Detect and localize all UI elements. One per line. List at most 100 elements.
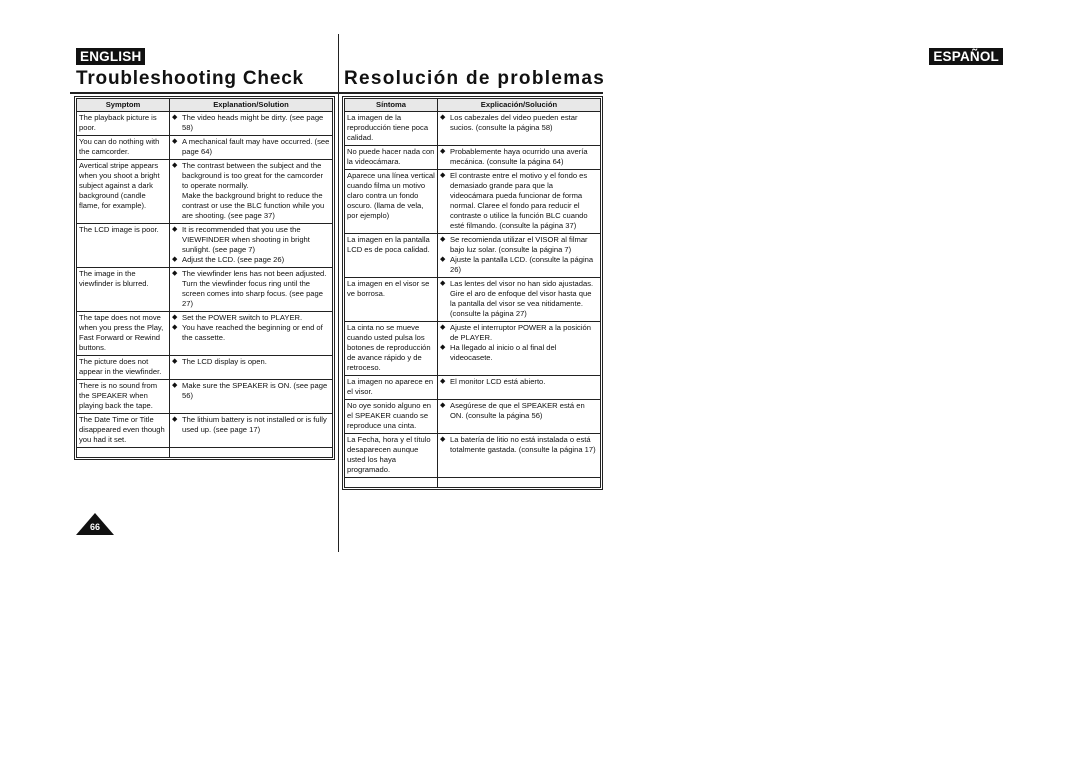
solution-text: Make sure the SPEAKER is ON. (see page 5… (182, 381, 328, 400)
solution-item: ◆ Asegúrese de que el SPEAKER está en ON.… (440, 401, 598, 421)
symptom-cell: The image in the viewfinder is blurred. (76, 267, 170, 312)
table-row: You can do nothing with the camcorder. ◆ A… (76, 135, 333, 160)
table-row: La Fecha, hora y el título desaparecen a… (344, 433, 601, 478)
page-title-english: Troubleshooting Check (76, 68, 304, 89)
solution-cell: ◆ Set the POWER switch to PLAYER. ◆ You hav… (169, 311, 333, 356)
table-row: The tape does not move when you press th… (76, 311, 333, 356)
symptom-cell: The tape does not move when you press th… (76, 311, 170, 356)
solution-item: ◆ Las lentes del visor no han sido ajusta… (440, 279, 598, 319)
symptom-cell: La imagen en la pantalla LCD es de poca … (344, 233, 438, 278)
symptom-cell: The playback picture is poor. (76, 111, 170, 136)
symptom-cell: You can do nothing with the camcorder. (76, 135, 170, 160)
solution-text: The lithium battery is not installed or … (182, 415, 327, 434)
solution-item: ◆ The LCD display is open. (172, 357, 330, 367)
diamond-bullet-icon: ◆ (172, 416, 178, 423)
symptom-cell: La imagen de la reproducción tiene poca … (344, 111, 438, 146)
table-body: La imagen de la reproducción tiene poca … (344, 111, 601, 488)
troubleshooting-table-english: Symptom Explanation/Solution The playbac… (76, 98, 333, 458)
table-row: No oye sonido alguno en el SPEAKER cuand… (344, 399, 601, 434)
solution-item: ◆ It is recommended that you use the VIEW… (172, 225, 330, 255)
table-row: Aparece una línea vertical cuando filma … (344, 169, 601, 234)
solution-text: Asegúrese de que el SPEAKER está en ON. … (450, 401, 585, 420)
diamond-bullet-icon: ◆ (440, 280, 446, 287)
diamond-bullet-icon: ◆ (172, 256, 178, 263)
solution-text: Se recomienda utilizar el VISOR al filma… (450, 235, 588, 254)
solution-cell: ◆ The video heads might be dirty. (see pa… (169, 111, 333, 136)
table-row: The playback picture is poor. ◆ The video … (76, 111, 333, 136)
symptom-cell: La Fecha, hora y el título desaparecen a… (344, 433, 438, 478)
table-row: La imagen en el visor se ve borrosa. ◆ Las… (344, 277, 601, 322)
table-row: La cinta no se mueve cuando usted pulsa … (344, 321, 601, 376)
table-body: The playback picture is poor. ◆ The video … (76, 111, 333, 458)
solution-cell: ◆ The LCD display is open. (169, 355, 333, 380)
solution-item: ◆ The lithium battery is not installed or… (172, 415, 330, 435)
solution-text: The contrast between the subject and the… (182, 161, 323, 190)
solution-item: ◆ La batería de litio no está instalada o… (440, 435, 598, 455)
diamond-bullet-icon: ◆ (440, 256, 446, 263)
header-symptom: Síntoma (344, 98, 438, 112)
table-row: There is no sound from the SPEAKER when … (76, 379, 333, 414)
solution-cell: ◆ A mechanical fault may have occurred. (… (169, 135, 333, 160)
table-row: The picture does not appear in the viewf… (76, 355, 333, 380)
table-row: Avertical stripe appears when you shoot … (76, 159, 333, 224)
solution-item: ◆ You have reached the beginning or end o… (172, 323, 330, 343)
diamond-bullet-icon: ◆ (172, 358, 178, 365)
solution-text: The LCD display is open. (182, 357, 267, 366)
table-row: La imagen en la pantalla LCD es de poca … (344, 233, 601, 278)
table-row: La imagen de la reproducción tiene poca … (344, 111, 601, 146)
solution-cell: ◆ Las lentes del visor no han sido ajusta… (437, 277, 601, 322)
solution-cell: ◆ La batería de litio no está instalada o… (437, 433, 601, 478)
empty-cell (344, 477, 438, 488)
solution-item: ◆ Ajuste la pantalla LCD. (consulte la pá… (440, 255, 598, 275)
solution-text: Ajuste el interruptor POWER a la posició… (450, 323, 591, 342)
empty-cell (437, 477, 601, 488)
header-solution: Explanation/Solution (169, 98, 333, 112)
solution-cell: ◆ The contrast between the subject and th… (169, 159, 333, 224)
solution-text: El monitor LCD está abierto. (450, 377, 546, 386)
solution-item: ◆ El contraste entre el motivo y el fondo… (440, 171, 598, 231)
solution-item: ◆ El monitor LCD está abierto. (440, 377, 598, 387)
language-badge-english: ENGLISH (76, 48, 146, 65)
diamond-bullet-icon: ◆ (440, 236, 446, 243)
diamond-bullet-icon: ◆ (172, 314, 178, 321)
table-row: The LCD image is poor. ◆ It is recommended… (76, 223, 333, 268)
solution-item: ◆ Make sure the SPEAKER is ON. (see page … (172, 381, 330, 401)
solution-item: ◆ Set the POWER switch to PLAYER. (172, 313, 330, 323)
solution-item: ◆ Los cabezales del video pueden estar su… (440, 113, 598, 133)
table-row: La imagen no aparece en el visor. ◆ El mon… (344, 375, 601, 400)
solution-item: ◆ The viewfinder lens has not been adjust… (172, 269, 330, 309)
empty-row (76, 447, 333, 458)
diamond-bullet-icon: ◆ (440, 436, 446, 443)
diamond-bullet-icon: ◆ (172, 382, 178, 389)
title-rule-spanish (339, 92, 603, 94)
symptom-cell: La cinta no se mueve cuando usted pulsa … (344, 321, 438, 376)
table-row: The Date Time or Title disappeared even … (76, 413, 333, 448)
symptom-cell: The picture does not appear in the viewf… (76, 355, 170, 380)
diamond-bullet-icon: ◆ (440, 378, 446, 385)
solution-text: El contraste entre el motivo y el fondo … (450, 171, 588, 230)
empty-cell (169, 447, 333, 458)
symptom-cell: La imagen en el visor se ve borrosa. (344, 277, 438, 322)
solution-cell: ◆ Ajuste el interruptor POWER a la posici… (437, 321, 601, 376)
diamond-bullet-icon: ◆ (172, 324, 178, 331)
solution-cell: ◆ Make sure the SPEAKER is ON. (see page … (169, 379, 333, 414)
symptom-cell: The Date Time or Title disappeared even … (76, 413, 170, 448)
symptom-cell: The LCD image is poor. (76, 223, 170, 268)
symptom-cell: There is no sound from the SPEAKER when … (76, 379, 170, 414)
solution-text: Ajuste la pantalla LCD. (consulte la pág… (450, 255, 594, 274)
empty-row (344, 477, 601, 488)
solution-item: ◆ Ajuste el interruptor POWER a la posici… (440, 323, 598, 343)
table-row: No puede hacer nada con la videocámara. ◆… (344, 145, 601, 170)
symptom-cell: Aparece una línea vertical cuando filma … (344, 169, 438, 234)
symptom-cell: No puede hacer nada con la videocámara. (344, 145, 438, 170)
diamond-bullet-icon: ◆ (172, 270, 178, 277)
solution-cell: ◆ The viewfinder lens has not been adjust… (169, 267, 333, 312)
solution-cell: ◆ Asegúrese de que el SPEAKER está en ON.… (437, 399, 601, 434)
solution-item: ◆ Ha llegado al inicio o al final del vid… (440, 343, 598, 363)
solution-cell: ◆ It is recommended that you use the VIEW… (169, 223, 333, 268)
solution-cell: ◆ Se recomienda utilizar el VISOR al film… (437, 233, 601, 278)
solution-text: Adjust the LCD. (see page 26) (182, 255, 285, 264)
solution-item: Make the background bright to reduce the… (172, 191, 330, 221)
diamond-bullet-icon: ◆ (440, 344, 446, 351)
solution-item: ◆ Se recomienda utilizar el VISOR al film… (440, 235, 598, 255)
